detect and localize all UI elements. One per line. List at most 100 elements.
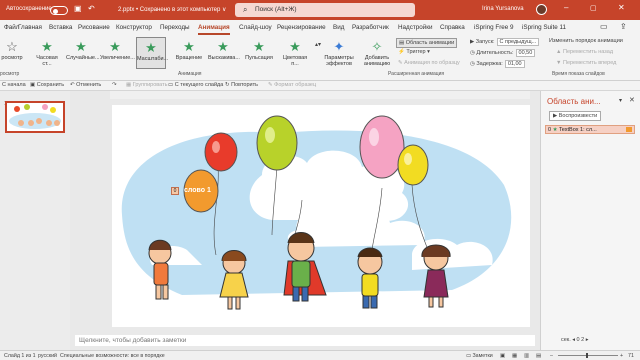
timing-bar <box>626 127 632 132</box>
zoom-in-icon[interactable]: + <box>620 353 623 359</box>
effect-random[interactable]: ★ Случайные... <box>66 37 100 69</box>
notes-button[interactable]: ▭ Заметки <box>466 353 493 359</box>
delay-input[interactable]: 01,00 <box>504 60 525 68</box>
effect-label: Цветовая п... <box>282 55 308 67</box>
ribbon: ☆ росмотр ★ Часовая ст... ★ Случайные... ★… <box>0 35 640 81</box>
duration-row: ◷ Длительность: 00,50 <box>470 49 536 57</box>
language[interactable]: русский <box>38 353 57 359</box>
maximize-icon[interactable]: ▢ <box>590 4 597 12</box>
normal-view-icon[interactable]: ▣ <box>500 353 505 359</box>
undo-icon[interactable]: ↶ <box>88 4 95 13</box>
effect-options-button[interactable]: ✦ Параметры эффектов <box>322 37 356 69</box>
group-preview: росмотр <box>0 71 20 77</box>
animation-painter-label: Анимация по образцу <box>404 60 460 66</box>
avatar[interactable] <box>536 4 547 15</box>
search-box[interactable]: ⌕ Поиск (Alt+Ж) <box>235 3 415 17</box>
slide-thumbnail[interactable] <box>5 101 65 133</box>
qat-undo-button[interactable]: ↶ Отменить <box>70 82 101 88</box>
effect-options-label: Параметры эффектов <box>324 55 354 67</box>
group-button[interactable]: ▦ Группировать <box>126 82 167 88</box>
effect-pulse[interactable]: ★ Пульсация <box>244 37 274 69</box>
effect-label: Случайные... <box>66 55 100 61</box>
effect-label: Пульсация <box>245 55 273 61</box>
tab-view[interactable]: Вид <box>333 24 344 31</box>
zoom-slider[interactable] <box>558 355 618 356</box>
sorter-view-icon[interactable]: ▦ <box>512 353 517 359</box>
move-later-button[interactable]: ▼ Переместить вперед <box>556 60 616 66</box>
format-painter-button[interactable]: ✎ Формат образец <box>268 82 316 88</box>
redo-icon[interactable]: ↷ <box>112 82 117 88</box>
effect-color-pulse[interactable]: ★ Цветовая п... <box>280 37 310 69</box>
file-name[interactable]: 2.pptx • Сохранено в этот компьютер ∨ <box>118 6 226 13</box>
qat-save-button[interactable]: ▣ Сохранить <box>30 82 64 88</box>
animation-list-item[interactable]: 0 ★ TextBox 1: сл... <box>545 125 635 134</box>
star-icon: ★ <box>145 40 157 55</box>
animation-number-badge[interactable]: 0 <box>171 187 179 195</box>
notes-area[interactable]: Щелкните, чтобы добавить заметки <box>75 335 535 346</box>
accessibility-status[interactable]: Специальные возможности: все в порядке <box>60 353 165 359</box>
play-label: Воспроизвести <box>558 113 598 119</box>
from-current-button[interactable]: ▭ С текущего слайда <box>168 82 223 88</box>
close-icon[interactable]: ✕ <box>618 3 625 12</box>
tab-design[interactable]: Конструктор <box>116 24 152 31</box>
pane-close-icon[interactable]: ✕ <box>629 96 635 104</box>
delay-label: Задержка: <box>476 61 503 67</box>
from-current-label: С текущего слайда <box>174 82 224 88</box>
comments-icon[interactable]: ▭ <box>600 22 608 31</box>
trigger-label: Триггер <box>406 49 426 55</box>
star-icon: ★ <box>41 39 53 54</box>
slide-canvas[interactable]: 0 слово 1 <box>112 105 530 327</box>
start-label: Запуск: <box>475 39 495 45</box>
minimize-icon[interactable]: – <box>564 3 568 12</box>
animation-item-number: 0 <box>548 127 552 133</box>
tab-animations[interactable]: Анимация <box>198 24 230 35</box>
tab-review[interactable]: Рецензирование <box>277 24 326 31</box>
tab-home[interactable]: Главная <box>18 24 42 31</box>
tab-insert[interactable]: Вставка <box>49 24 72 31</box>
tab-ispring-suite[interactable]: iSpring Suite 11 <box>522 24 566 31</box>
slideshow-view-icon[interactable]: ▤ <box>536 353 541 359</box>
gallery-scroll-icon[interactable]: ▴▾ <box>315 41 321 48</box>
move-earlier-button[interactable]: ▲ Переместить назад <box>556 49 613 55</box>
tab-developer[interactable]: Разработчик <box>352 24 389 31</box>
save-icon[interactable]: ▣ <box>74 4 82 13</box>
autosave-label: Автосохранение <box>6 6 52 12</box>
trigger-button[interactable]: ⚡ Триггер ▾ <box>398 49 430 55</box>
duration-input[interactable]: 00,50 <box>515 49 536 57</box>
tab-help[interactable]: Справка <box>440 24 465 31</box>
zoom-out-icon[interactable]: – <box>550 353 553 359</box>
share-icon[interactable]: ⇪ <box>620 22 627 31</box>
autosave-toggle[interactable] <box>50 6 68 15</box>
tab-slideshow[interactable]: Слайд-шоу <box>239 24 272 31</box>
animation-pane: Область ани... ▾ ✕ ▶ Воспроизвести 0 ★ T… <box>540 91 640 350</box>
zoom-handle[interactable] <box>586 353 588 358</box>
effect-grow[interactable]: ★ Увеличение... <box>100 37 135 69</box>
repeat-button[interactable]: ↻ Повторить <box>225 82 258 88</box>
start-select[interactable]: С предыдущ... <box>496 38 540 46</box>
play-button[interactable]: ▶ Воспроизвести <box>549 111 602 121</box>
star-icon: ★ <box>253 39 265 54</box>
tab-draw[interactable]: Рисование <box>78 24 110 31</box>
tab-transitions[interactable]: Переходы <box>160 24 190 31</box>
zoom-level[interactable]: 71 <box>628 353 634 359</box>
effect-clock[interactable]: ★ Часовая ст... <box>32 37 62 69</box>
effect-spin[interactable]: ★ Вращение <box>174 37 204 69</box>
effect-zoom[interactable]: ★ Масштаби... <box>136 37 168 69</box>
animation-pane-button[interactable]: ▤ Область анимации <box>396 38 458 48</box>
reading-view-icon[interactable]: ▥ <box>524 353 529 359</box>
slide-text-box[interactable]: слово 1 <box>184 187 211 194</box>
animation-painter-button[interactable]: ✎ Анимация по образцу <box>398 60 460 66</box>
move-later-label: Переместить вперед <box>562 60 617 66</box>
tab-addins[interactable]: Надстройки <box>398 24 433 31</box>
effect-pop[interactable]: ★ Выскакива... <box>208 37 240 69</box>
star-icon: ★ <box>75 39 87 54</box>
repeat-label: Повторить <box>231 82 258 88</box>
from-start-button[interactable]: С начала <box>2 82 26 88</box>
reorder-label: Изменить порядок анимации <box>549 38 623 44</box>
preview-button[interactable]: ☆ росмотр <box>0 37 24 69</box>
user-name[interactable]: Irina Yursanova <box>482 6 524 12</box>
tab-ispring-free[interactable]: iSpring Free 9 <box>474 24 514 31</box>
add-animation-button[interactable]: ✧ Добавить анимацию <box>360 37 394 69</box>
pane-dropdown-icon[interactable]: ▾ <box>619 97 622 104</box>
slide-illustration <box>121 115 512 310</box>
